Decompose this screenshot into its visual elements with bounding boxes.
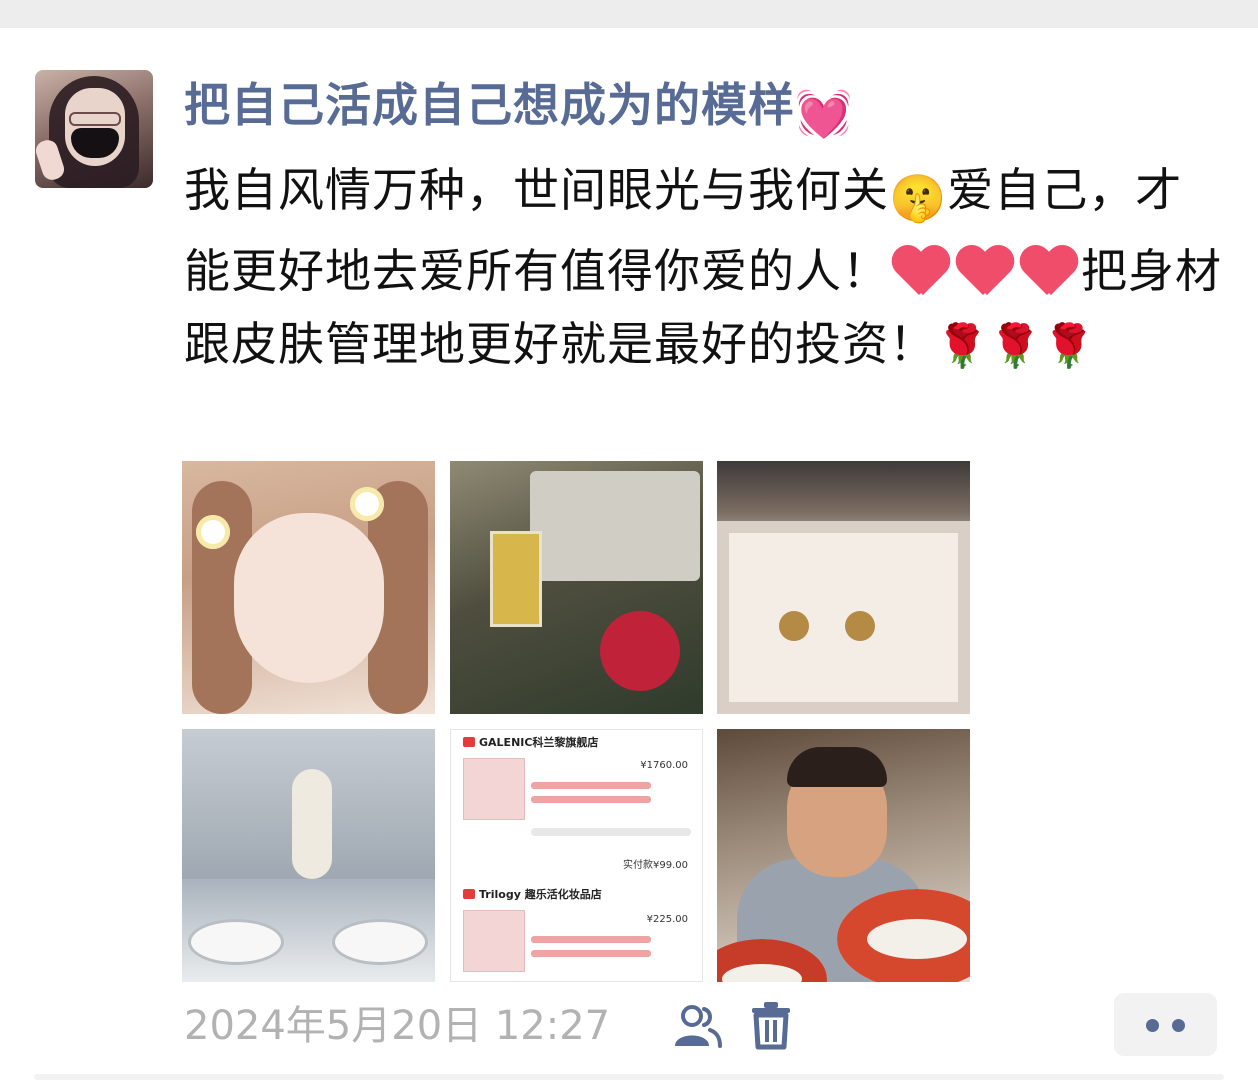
photo-man-eating[interactable]: [717, 729, 970, 982]
photo-selfie-woman[interactable]: [182, 461, 435, 714]
shushing-face-emoji: 🤫: [889, 171, 948, 225]
more-dots-icon: [1172, 1019, 1185, 1032]
photo-grid: GALENIC科兰黎旗舰店 ¥1760.00 实付款¥99.00 Trilogy…: [182, 461, 970, 982]
photo-sink: [332, 919, 428, 965]
photo-hair: [787, 747, 887, 787]
avatar[interactable]: [35, 70, 153, 188]
photo-mirror-selfie[interactable]: [182, 729, 435, 982]
heart-icon: [955, 243, 1015, 297]
shop-name-1: GALENIC科兰黎旗舰店: [463, 736, 598, 750]
flower-sticker: [350, 487, 384, 521]
paid-total-1: 实付款¥99.00: [623, 860, 688, 871]
post-text: 我自风情万种，世间眼光与我何关🤫爱自己，才能更好地去爱所有值得你爱的人！ 把身材跟…: [184, 154, 1224, 382]
shop-name-2: Trilogy 趣乐活化妆品店: [463, 888, 602, 902]
photo-sink: [188, 919, 284, 965]
username-text: 把自己活成自己想成为的模样: [184, 78, 795, 132]
promo-line: [531, 782, 651, 789]
rose-emoji: 🌹: [936, 321, 990, 370]
product-thumb-2: [463, 910, 525, 972]
photo-gold-pendant: [490, 531, 542, 627]
heart-icon: [891, 243, 951, 297]
photo-order-screenshot[interactable]: GALENIC科兰黎旗舰店 ¥1760.00 实付款¥99.00 Trilogy…: [450, 729, 703, 982]
photo-person: [292, 769, 332, 879]
post-text-part1: 我自风情万种，世间眼光与我何关: [184, 163, 889, 217]
people-icon[interactable]: [672, 1002, 722, 1050]
rose-emoji: 🌹: [1042, 321, 1096, 370]
photo-earring: [779, 611, 809, 641]
username-link[interactable]: 把自己活成自己想成为的模样💓: [184, 70, 853, 140]
photo-rose: [600, 611, 680, 691]
more-dots-icon: [1146, 1019, 1159, 1032]
promo-line: [531, 950, 651, 957]
photo-face: [234, 513, 384, 683]
photo-jewelry-box: [717, 521, 970, 714]
info-line: [531, 828, 691, 836]
beating-heart-emoji: 💓: [795, 86, 854, 140]
rose-emoji: 🌹: [989, 321, 1043, 370]
flower-sticker: [196, 515, 230, 549]
divider: [34, 1074, 1224, 1080]
heart-icon: [1019, 243, 1079, 297]
photo-gold-pendant-rose[interactable]: [450, 461, 703, 714]
price-1: ¥1760.00: [640, 760, 688, 771]
photo-gift-bag: [530, 471, 700, 581]
more-button[interactable]: [1114, 993, 1217, 1056]
price-2: ¥225.00: [646, 914, 688, 925]
post-timestamp: 2024年5月20日 12:27: [184, 1003, 611, 1049]
promo-line: [531, 936, 651, 943]
photo-earring: [845, 611, 875, 641]
product-thumb-1: [463, 758, 525, 820]
trash-icon[interactable]: [748, 1000, 794, 1050]
promo-line: [531, 796, 651, 803]
photo-gold-earrings[interactable]: [717, 461, 970, 714]
avatar-glasses: [69, 112, 121, 126]
